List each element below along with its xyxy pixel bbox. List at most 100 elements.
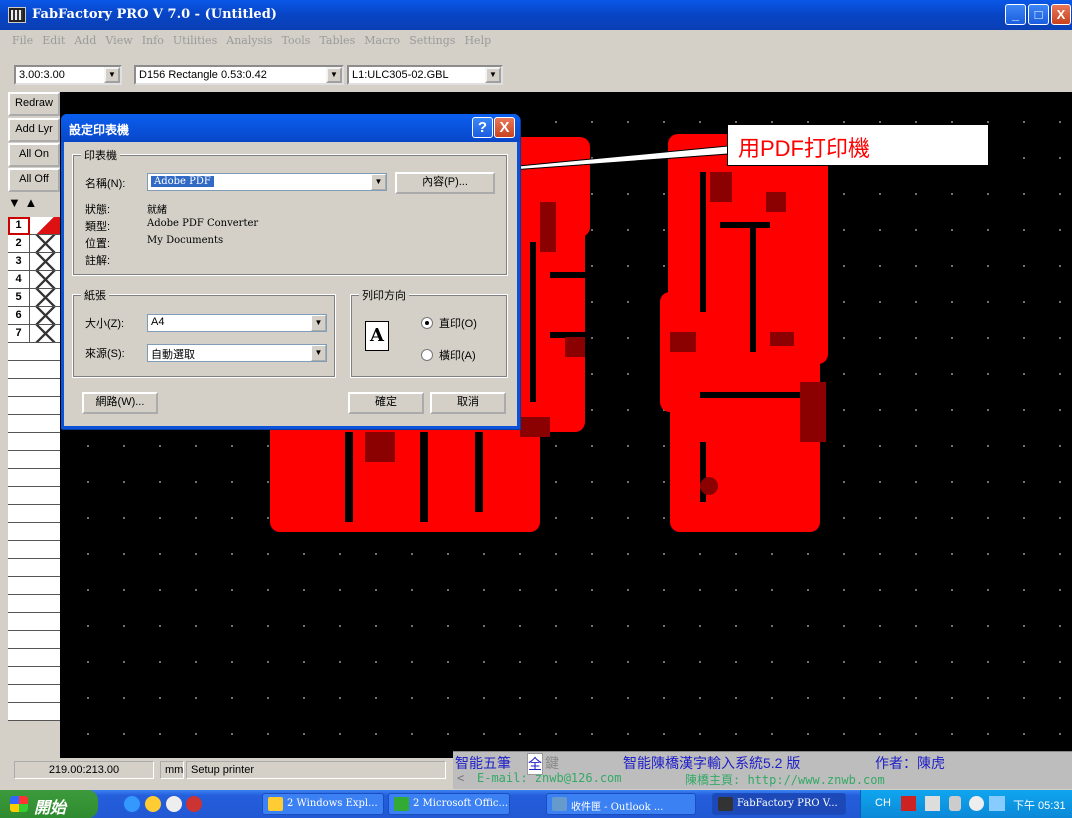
layer-panel: Redraw Add Lyr All On All Off ▼ ▲ 1 2 3 … — [0, 92, 60, 758]
chevron-down-icon[interactable]: ▼ — [311, 345, 326, 361]
paper-source-value: 自動選取 — [151, 349, 195, 361]
zoom-combo[interactable]: 3.00:3.00 ▼ — [14, 65, 122, 85]
layer-number: 2 — [8, 235, 30, 253]
layer-number: 1 — [8, 217, 30, 235]
menu-file[interactable]: File — [0, 30, 36, 47]
trace-gap — [720, 222, 770, 228]
network-tray-icon[interactable] — [949, 796, 961, 811]
menu-settings[interactable]: Settings — [406, 30, 458, 47]
dialog-title-bar[interactable]: 設定印表機 — [61, 114, 520, 142]
cancel-button[interactable]: 取消 — [430, 392, 506, 414]
volume-tray-icon[interactable] — [969, 796, 984, 811]
pad — [800, 382, 826, 442]
help-button[interactable]: ? — [472, 117, 493, 138]
menu-tables[interactable]: Tables — [316, 30, 358, 47]
layer-hidden-swatch[interactable] — [31, 235, 60, 252]
printer-name-select[interactable]: Adobe PDF ▼ — [147, 173, 387, 191]
layer-combo[interactable]: L1:ULC305-02.GBL ▼ — [347, 65, 503, 85]
properties-button[interactable]: 內容(P)... — [395, 172, 495, 194]
menu-utilities[interactable]: Utilities — [170, 30, 220, 47]
layer-hidden-swatch[interactable] — [31, 253, 60, 270]
media-player-icon[interactable] — [145, 796, 161, 812]
menu-analysis[interactable]: Analysis — [223, 30, 275, 47]
ok-button[interactable]: 確定 — [348, 392, 424, 414]
taskbar-button-outlook[interactable]: 收件匣 - Outlook ... — [546, 793, 696, 815]
layer-row[interactable]: 1 — [8, 217, 60, 235]
menu-info[interactable]: Info — [139, 30, 167, 47]
trace-gap — [700, 172, 706, 312]
orientation-group-legend: 列印方向 — [359, 287, 409, 303]
menu-view[interactable]: View — [102, 30, 135, 47]
copper-pour — [290, 422, 350, 522]
ime-tray-icon[interactable] — [901, 796, 916, 811]
dialog-close-button[interactable]: X — [494, 117, 515, 138]
layer-row[interactable]: 7 — [8, 325, 60, 343]
empty-layer-row — [8, 559, 60, 577]
maximize-button[interactable]: □ — [1028, 4, 1049, 25]
zoom-value: 3.00:3.00 — [19, 69, 65, 81]
language-indicator[interactable]: CH — [875, 797, 891, 809]
close-button[interactable]: X — [1051, 4, 1071, 25]
paper-source-select[interactable]: 自動選取 ▼ — [147, 344, 327, 362]
paper-group: 紙張 大小(Z): A4 ▼ 來源(S): 自動選取 ▼ — [72, 287, 336, 378]
ime-email: E-mail: znwb@126.com — [477, 771, 622, 785]
triangle-up-icon[interactable]: ▲ — [25, 195, 38, 210]
redraw-button[interactable]: Redraw — [8, 92, 60, 116]
chevron-down-icon[interactable]: ▼ — [371, 174, 386, 190]
layer-row[interactable]: 3 — [8, 253, 60, 271]
internet-explorer-icon[interactable] — [124, 796, 140, 812]
taskbar-button-fabfactory[interactable]: FabFactory PRO V... — [712, 793, 846, 815]
browser-icon[interactable] — [166, 796, 182, 812]
app-shortcut-icon[interactable] — [186, 796, 202, 812]
triangle-down-icon[interactable]: ▼ — [8, 195, 21, 210]
menu-macro[interactable]: Macro — [361, 30, 403, 47]
layer-row[interactable]: 2 — [8, 235, 60, 253]
display-tray-icon[interactable] — [989, 796, 1005, 811]
layer-row[interactable]: 6 — [8, 307, 60, 325]
menu-help[interactable]: Help — [461, 30, 494, 47]
pad — [670, 332, 696, 352]
all-on-button[interactable]: All On — [8, 143, 60, 167]
layer-hidden-swatch[interactable] — [31, 271, 60, 288]
portrait-label: 直印(O) — [439, 318, 477, 330]
chevron-down-icon[interactable]: ▼ — [104, 67, 120, 83]
portrait-radio[interactable] — [421, 317, 433, 329]
clock[interactable]: 下午 05:31 — [1013, 797, 1066, 813]
chevron-down-icon[interactable]: ▼ — [311, 315, 326, 331]
fabfactory-icon — [718, 797, 733, 811]
paper-size-select[interactable]: A4 ▼ — [147, 314, 327, 332]
all-off-button[interactable]: All Off — [8, 168, 60, 192]
windows-flag-icon — [10, 796, 28, 812]
layer-hidden-swatch[interactable] — [31, 325, 60, 342]
empty-layer-row — [8, 361, 60, 379]
ime-mode[interactable]: 智能五筆 — [455, 753, 511, 773]
menu-add[interactable]: Add — [71, 30, 99, 47]
pad — [540, 202, 556, 252]
dcode-combo[interactable]: D156 Rectangle 0.53:0.42 ▼ — [134, 65, 344, 85]
ime-key[interactable]: 鍵 — [545, 753, 559, 773]
layer-hidden-swatch[interactable] — [31, 307, 60, 324]
help-tray-icon[interactable] — [925, 796, 940, 811]
window-title-bar[interactable]: FabFactory PRO V 7.0 - (Untitled) _ □ X — [0, 0, 1072, 30]
layer-number: 7 — [8, 325, 30, 343]
window-title: FabFactory PRO V 7.0 - (Untitled) — [32, 7, 277, 22]
layer-row[interactable]: 5 — [8, 289, 60, 307]
task-label: 收件匣 - Outlook ... — [571, 802, 664, 813]
type-label: 類型: — [85, 221, 111, 233]
empty-layer-row — [8, 397, 60, 415]
layer-color-swatch[interactable] — [31, 217, 60, 234]
landscape-radio[interactable] — [421, 349, 433, 361]
add-layer-button[interactable]: Add Lyr — [8, 118, 60, 142]
taskbar-button-office[interactable]: 2 Microsoft Offic... — [388, 793, 510, 815]
chevron-left-icon[interactable]: < — [457, 771, 464, 785]
layer-row[interactable]: 4 — [8, 271, 60, 289]
menu-edit[interactable]: Edit — [39, 30, 68, 47]
chevron-down-icon[interactable]: ▼ — [326, 67, 342, 83]
start-button[interactable]: 開始 — [0, 790, 98, 818]
minimize-button[interactable]: _ — [1005, 4, 1026, 25]
chevron-down-icon[interactable]: ▼ — [485, 67, 501, 83]
network-button[interactable]: 網路(W)... — [82, 392, 158, 414]
taskbar-button-explorer[interactable]: 2 Windows Expl... — [262, 793, 384, 815]
menu-tools[interactable]: Tools — [278, 30, 313, 47]
layer-hidden-swatch[interactable] — [31, 289, 60, 306]
